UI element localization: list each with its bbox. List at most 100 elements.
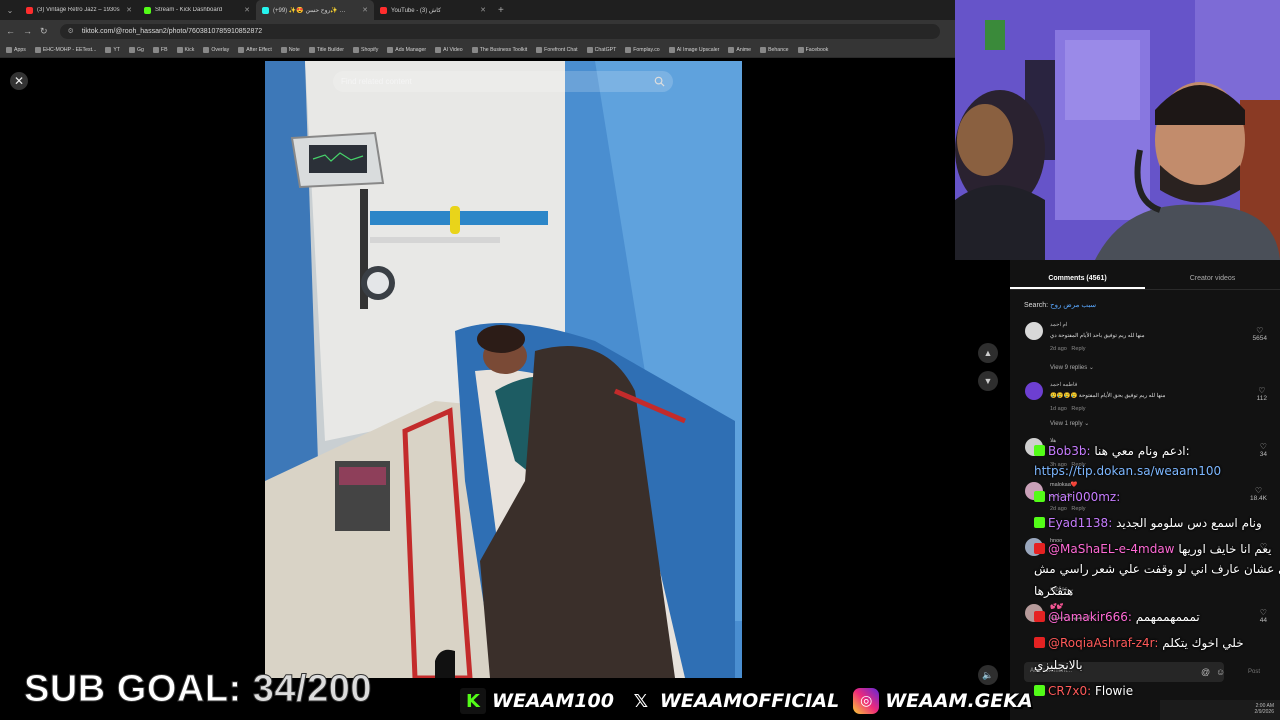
browser-tab[interactable]: YouTube - (3) كاش ✕ [374, 0, 492, 20]
hospital-photo-illustration [265, 61, 742, 678]
comment-time: 2d ago [1050, 346, 1067, 352]
url-text: tiktok.com/@rooh_hassan2/photo/760381078… [81, 27, 263, 35]
comment-author[interactable]: فاطمه احمد [1050, 382, 1077, 388]
bookmark-item[interactable]: FB [152, 46, 168, 53]
bookmark-item[interactable]: After Effect [238, 46, 272, 53]
bookmark-item[interactable]: Apps [6, 46, 26, 53]
bookmark-favicon-icon [797, 46, 804, 53]
youtube-badge-icon [1034, 637, 1045, 648]
bookmark-item[interactable]: Kick [176, 46, 194, 53]
comment-search-query[interactable]: سبب مرض روح [1050, 302, 1096, 309]
bookmark-item[interactable]: Forefront Chat [536, 46, 578, 53]
new-tab-icon[interactable]: + [492, 5, 504, 16]
find-related-placeholder: Find related content [341, 77, 412, 86]
comment-search-label[interactable]: Search: سبب مرض روح [1024, 301, 1096, 309]
bookmark-item[interactable]: Fomplay.co [625, 46, 660, 53]
like-button[interactable]: ♡ 112 [1257, 386, 1267, 402]
close-tab-icon[interactable]: ✕ [362, 6, 368, 14]
bookmark-item[interactable]: AI Video [435, 46, 463, 53]
chat-username: Eyad1138: [1048, 516, 1113, 530]
youtube-favicon-icon [26, 6, 33, 14]
comment-author[interactable]: ام احمد [1050, 322, 1067, 328]
bookmark-favicon-icon [152, 46, 159, 53]
search-icon[interactable] [654, 76, 665, 87]
sub-goal-value: 34/200 [252, 668, 373, 711]
close-tab-icon[interactable]: ✕ [244, 6, 250, 14]
view-replies-button[interactable]: View 9 replies ⌄ [1050, 364, 1094, 371]
chat-username: @RoqiaAshraf-z4r: [1048, 636, 1159, 650]
x-icon: 𝕏 [633, 690, 649, 712]
chat-text: يعم انا خايف اوريها [1178, 542, 1272, 556]
comments-tabs: Comments (4561) Creator videos [1010, 268, 1280, 290]
avatar[interactable] [1025, 322, 1043, 340]
back-icon[interactable]: ← [6, 26, 15, 36]
sub-goal-counter: SUB GOAL: 34/200 [24, 668, 373, 711]
bookmark-item[interactable]: Shopify [352, 46, 378, 53]
chat-message: @lamakir666: تمممهممهمم [1034, 610, 1200, 624]
previous-post-button[interactable]: ▲ [978, 343, 998, 363]
chat-link[interactable]: https://tip.dokan.sa/weaam100 [1034, 464, 1221, 478]
close-tab-icon[interactable]: ✕ [126, 6, 132, 14]
tiktok-favicon-icon [262, 6, 269, 14]
bookmark-favicon-icon [387, 46, 394, 53]
reload-icon[interactable]: ↻ [40, 26, 48, 37]
bookmark-favicon-icon [760, 46, 767, 53]
social-handle: WEAAM.GEKA [885, 690, 1033, 712]
post-photo: Find related content [265, 61, 742, 678]
bookmark-item[interactable]: YT [105, 46, 120, 53]
chat-text: Flowie [1094, 684, 1134, 698]
bookmark-favicon-icon [238, 46, 245, 53]
reply-button[interactable]: Reply [1071, 346, 1085, 352]
bookmark-item[interactable]: Overlay [203, 46, 229, 53]
instagram-icon: ◎ [853, 688, 880, 714]
forward-icon[interactable]: → [23, 26, 32, 36]
volume-button[interactable]: 🔈 [978, 665, 998, 685]
tab-comments[interactable]: Comments (4561) [1010, 268, 1145, 289]
close-viewer-button[interactable]: ✕ [10, 72, 28, 90]
bookmark-item[interactable]: Ads Manager [387, 46, 426, 53]
comment-text: منها لله ريم توفيق باحد الأيام المفتوحة … [1050, 333, 1145, 339]
social-handles: K WEAAM100 𝕏 WEAAMOFFICIAL ◎ WEAAM.GEKA [460, 686, 1041, 716]
chat-text: خلي اخوك يتكلم [1162, 636, 1244, 650]
browser-tab[interactable]: (3) Vintage Retro Jazz – 1930s ✕ [20, 0, 138, 20]
site-info-icon[interactable]: ⚙ [68, 27, 74, 35]
bookmark-item[interactable]: Gg [128, 46, 144, 53]
bookmark-item[interactable]: Anime [728, 46, 751, 53]
like-button[interactable]: ♡ 5654 [1253, 326, 1267, 342]
bookmark-item[interactable]: EHC-MOHP - EETest... [34, 46, 96, 53]
tab-creator-videos[interactable]: Creator videos [1145, 268, 1280, 289]
browser-tab-bar: ⌄ (3) Vintage Retro Jazz – 1930s ✕ Stream… [0, 0, 955, 20]
bookmark-item[interactable]: Behance [760, 46, 789, 53]
bookmark-favicon-icon [6, 46, 12, 53]
view-replies-button[interactable]: View 1 reply ⌄ [1050, 420, 1089, 427]
bookmark-item[interactable]: Facebook [797, 46, 828, 53]
reply-button[interactable]: Reply [1071, 406, 1085, 412]
speaker-icon: 🔈 [982, 670, 994, 680]
like-count: 112 [1256, 395, 1267, 402]
chat-text: ونام اسمع دس سلومو الجديد [1116, 516, 1262, 530]
bookmarks-bar: Apps EHC-MOHP - EETest... YT Gg FB Kick Overla… [0, 42, 955, 58]
chat-text: هتفكرها [1034, 584, 1074, 598]
find-related-search[interactable]: Find related content [333, 71, 673, 92]
bookmark-item[interactable]: AI Image Upscaler [668, 46, 719, 53]
chat-message: @RoqiaAshraf-z4r: خلي اخوك يتكلم [1034, 636, 1244, 650]
bookmark-item[interactable]: Title Builder [308, 46, 344, 53]
chat-message: mari000mz: [1034, 490, 1120, 504]
bookmark-favicon-icon [435, 46, 442, 53]
bookmark-item[interactable]: Note [280, 46, 300, 53]
tab-list-icon[interactable]: ⌄ [0, 6, 20, 15]
bookmark-favicon-icon [471, 46, 478, 53]
close-tab-icon[interactable]: ✕ [480, 6, 486, 14]
kick-badge-icon [1034, 445, 1045, 456]
chevron-down-icon: ▼ [983, 376, 993, 386]
system-tray: 2:00 AM 2/9/2026 [1160, 700, 1280, 720]
heart-icon: ♡ [1258, 386, 1266, 395]
browser-tab-active[interactable]: (+99) ✨😍 روح حسن✨ … ✕ [256, 0, 374, 20]
bookmark-item[interactable]: ChatGPT [586, 46, 616, 53]
browser-tab[interactable]: Stream - Kick Dashboard ✕ [138, 0, 256, 20]
next-post-button[interactable]: ▼ [978, 371, 998, 391]
avatar[interactable] [1025, 382, 1043, 400]
address-bar[interactable]: ⚙ tiktok.com/@rooh_hassan2/photo/7603810… [59, 23, 940, 39]
comment-time: 1d ago [1050, 406, 1067, 412]
bookmark-item[interactable]: The Business Toolkit [471, 46, 527, 53]
